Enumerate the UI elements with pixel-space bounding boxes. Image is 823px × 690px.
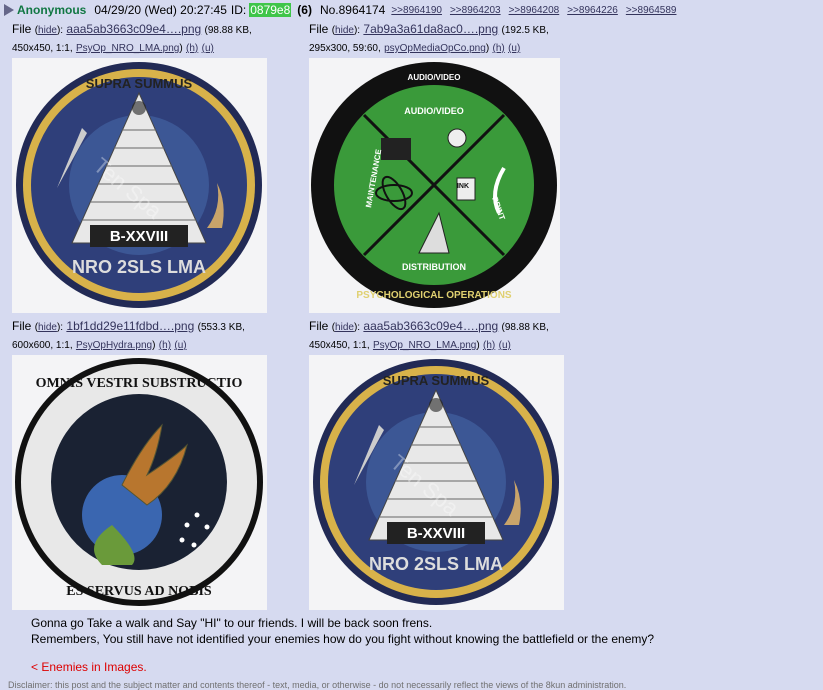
nro-patch-image: B-XXVIII NRO 2SLS LMA SUPRA SUMMUS Ten S… bbox=[12, 58, 267, 313]
file-link[interactable]: aaa5ab3663c09e4….png bbox=[66, 22, 201, 36]
svg-text:SUPRA SUMMUS: SUPRA SUMMUS bbox=[86, 76, 193, 91]
hide-link[interactable]: hide bbox=[38, 322, 57, 333]
hide-link[interactable]: hide bbox=[335, 322, 354, 333]
post-body-line-1: Gonna go Take a walk and Say "HI" to our… bbox=[31, 616, 433, 630]
unique-link[interactable]: (u) bbox=[508, 43, 520, 54]
file-size: (98.88 KB, bbox=[501, 322, 549, 333]
quote-text: < Enemies in Images. bbox=[31, 660, 147, 674]
file-label: File bbox=[309, 319, 329, 333]
disclaimer-text: Disclaimer: this post and the subject ma… bbox=[8, 680, 627, 690]
hash-link[interactable]: (h) bbox=[159, 340, 171, 351]
file-meta: 295x300, 59:60, bbox=[309, 43, 381, 54]
backlink-2[interactable]: >>8964203 bbox=[450, 5, 501, 16]
svg-text:NRO 2SLS LMA: NRO 2SLS LMA bbox=[72, 257, 206, 277]
svg-text:ES SERVUS AD NOBIS: ES SERVUS AD NOBIS bbox=[66, 584, 212, 599]
file-meta: 450x450, 1:1, bbox=[12, 43, 73, 54]
unique-link[interactable]: (u) bbox=[174, 340, 186, 351]
unique-link[interactable]: (u) bbox=[499, 340, 511, 351]
original-filename-link[interactable]: PsyOp_NRO_LMA.png bbox=[76, 43, 179, 54]
post-count: (6) bbox=[297, 3, 312, 17]
poster-name: Anonymous bbox=[17, 3, 87, 17]
file-link[interactable]: 1bf1dd29e11fdbd….png bbox=[66, 319, 194, 333]
file-meta: 600x600, 1:1, bbox=[12, 340, 73, 351]
media-patch-image: AUDIO/VIDEO AUDIO/VIDEO INK PRINT MAINTE… bbox=[309, 58, 560, 313]
svg-text:PSYCHOLOGICAL OPERATIONS: PSYCHOLOGICAL OPERATIONS bbox=[356, 290, 512, 301]
svg-text:B-XXVIII: B-XXVIII bbox=[110, 228, 168, 245]
post-datetime: 04/29/20 (Wed) 20:27:45 bbox=[94, 3, 227, 17]
hide-link[interactable]: hide bbox=[335, 25, 354, 36]
hash-link[interactable]: (h) bbox=[493, 43, 505, 54]
file-label: File bbox=[309, 22, 329, 36]
backlink-3[interactable]: >>8964208 bbox=[509, 5, 560, 16]
backlink-4[interactable]: >>8964226 bbox=[567, 5, 618, 16]
image-thumbnail-nro-2[interactable]: B-XXVIII NRO 2SLS LMA SUPRA SUMMUS Ten S… bbox=[309, 355, 564, 610]
original-filename-link[interactable]: PsyOpHydra.png bbox=[76, 340, 152, 351]
svg-text:SUPRA SUMMUS: SUPRA SUMMUS bbox=[383, 373, 490, 388]
file-label: File bbox=[12, 319, 32, 333]
hide-link[interactable]: hide bbox=[38, 25, 57, 36]
svg-text:B-XXVIII: B-XXVIII bbox=[407, 525, 465, 542]
post-header: Anonymous 04/29/20 (Wed) 20:27:45 ID: 08… bbox=[4, 2, 684, 18]
svg-text:OMNIS VESTRI SUBSTRUCTIO: OMNIS VESTRI SUBSTRUCTIO bbox=[36, 376, 243, 391]
backlink-5[interactable]: >>8964589 bbox=[626, 5, 677, 16]
original-filename-link[interactable]: psyOpMediaOpCo.png bbox=[384, 43, 486, 54]
nro-patch-image: B-XXVIII NRO 2SLS LMA SUPRA SUMMUS Ten S… bbox=[309, 355, 564, 610]
file-size: (553.3 KB, bbox=[197, 322, 245, 333]
hash-link[interactable]: (h) bbox=[483, 340, 495, 351]
original-filename-link[interactable]: PsyOp_NRO_LMA.png bbox=[373, 340, 476, 351]
hash-link[interactable]: (h) bbox=[186, 43, 198, 54]
file-info-1: File (hide): aaa5ab3663c09e4….png (98.88… bbox=[12, 22, 252, 54]
svg-text:DISTRIBUTION: DISTRIBUTION bbox=[402, 262, 466, 272]
svg-text:AUDIO/VIDEO: AUDIO/VIDEO bbox=[408, 73, 461, 82]
image-thumbnail-hydra[interactable]: OMNIS VESTRI SUBSTRUCTIO ES SERVUS AD NO… bbox=[12, 355, 267, 610]
image-thumbnail-nro[interactable]: B-XXVIII NRO 2SLS LMA SUPRA SUMMUS Ten S… bbox=[12, 58, 267, 313]
backlink-1[interactable]: >>8964190 bbox=[391, 5, 442, 16]
file-size: (192.5 KB, bbox=[501, 25, 549, 36]
file-label: File bbox=[12, 22, 32, 36]
post-number[interactable]: No.8964174 bbox=[320, 3, 385, 17]
file-size: (98.88 KB, bbox=[204, 25, 252, 36]
file-link[interactable]: aaa5ab3663c09e4….png bbox=[363, 319, 498, 333]
file-info-2: File (hide): 7ab9a3a61da8ac0….png (192.5… bbox=[309, 22, 549, 54]
hydra-patch-image: OMNIS VESTRI SUBSTRUCTIO ES SERVUS AD NO… bbox=[12, 355, 267, 610]
collapse-triangle-icon[interactable] bbox=[4, 4, 14, 16]
file-info-3: File (hide): 1bf1dd29e11fdbd….png (553.3… bbox=[12, 319, 245, 351]
file-link[interactable]: 7ab9a3a61da8ac0….png bbox=[363, 22, 498, 36]
svg-text:AUDIO/VIDEO: AUDIO/VIDEO bbox=[404, 106, 464, 116]
svg-text:INK: INK bbox=[457, 183, 469, 190]
image-thumbnail-media[interactable]: AUDIO/VIDEO AUDIO/VIDEO INK PRINT MAINTE… bbox=[309, 58, 560, 313]
svg-text:NRO 2SLS LMA: NRO 2SLS LMA bbox=[369, 554, 503, 574]
poster-id[interactable]: 0879e8 bbox=[249, 3, 292, 17]
post-body-line-2: Remembers, You still have not identified… bbox=[31, 632, 655, 646]
id-label: ID: bbox=[230, 3, 247, 17]
unique-link[interactable]: (u) bbox=[202, 43, 214, 54]
post-body: Gonna go Take a walk and Say "HI" to our… bbox=[31, 615, 654, 647]
file-info-4: File (hide): aaa5ab3663c09e4….png (98.88… bbox=[309, 319, 549, 351]
file-meta: 450x450, 1:1, bbox=[309, 340, 370, 351]
